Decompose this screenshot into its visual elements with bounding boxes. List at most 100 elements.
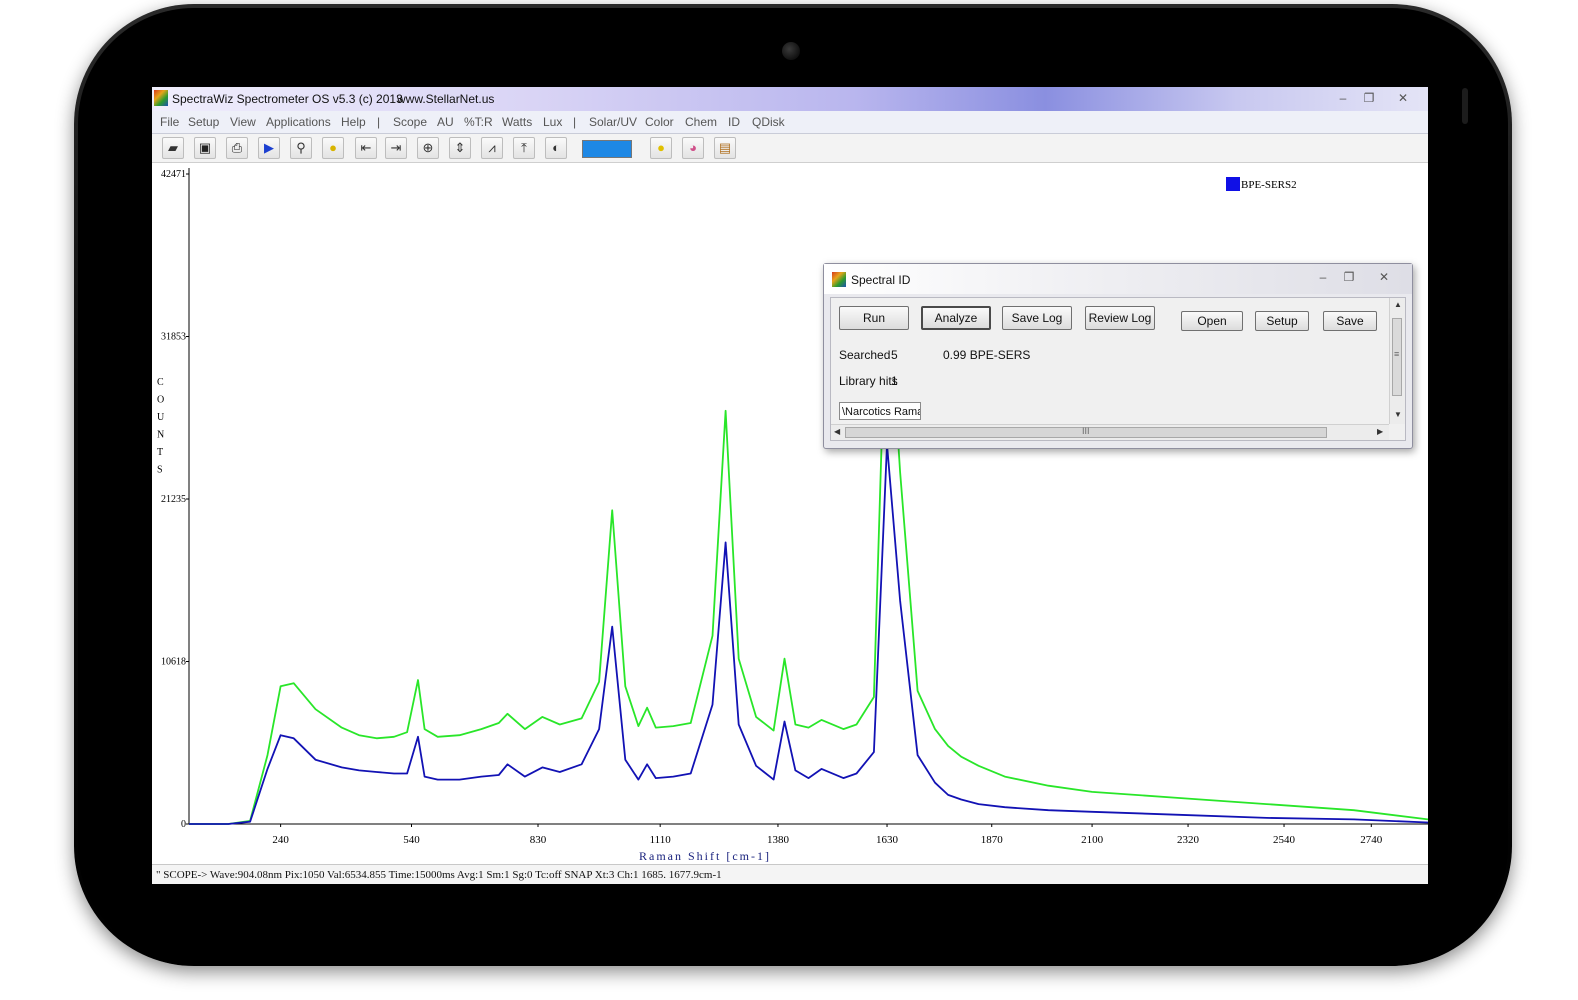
menu-file[interactable]: File [160,115,179,129]
menu-au[interactable]: AU [437,115,454,129]
setup-button[interactable]: Setup [1255,311,1309,331]
match-result: 0.99 BPE-SERS [943,348,1031,362]
x-tick-label: 1870 [981,834,1004,846]
spectrum-series-line-2 [189,443,1428,825]
dialog-app-icon [832,272,846,287]
menu-separator: | [573,115,577,129]
menu-color[interactable]: Color [645,115,674,129]
searched-label: Searched [839,348,891,362]
library-hits-label: Library hits [839,374,898,388]
x-tick-label: 240 [272,834,289,846]
x-tick-label: 1110 [650,834,672,846]
library-path-field[interactable]: \Narcotics Ramar [839,402,921,420]
y-axis-label-letter: O [157,395,164,406]
run-button[interactable]: Run [839,306,909,330]
upload-icon[interactable]: ⤒ [513,137,535,159]
camera-icon [782,42,800,60]
library-hits-count: 1 [891,374,898,388]
open-button[interactable]: Open [1181,311,1243,331]
analyze-button[interactable]: Analyze [921,306,991,330]
review-log-button[interactable]: Review Log [1085,306,1155,330]
color-wheel-icon[interactable]: ◕ [682,137,704,159]
dialog-title: Spectral ID [851,273,911,287]
scroll-right-icon[interactable]: ▶ [1377,427,1383,436]
status-bar: " SCOPE-> Wave:904.08nm Pix:1050 Val:653… [152,864,1428,884]
play-icon[interactable]: ▶ [258,137,280,159]
menu-bar: File Setup View Applications Help | Scop… [152,111,1428,134]
zoom-icon[interactable]: ⊕ [417,137,439,159]
compare-icon[interactable]: ◐ [545,137,567,159]
print-icon[interactable]: ⎙ [226,137,248,159]
circle-icon[interactable]: ● [650,137,672,159]
x-tick-label: 2540 [1273,834,1296,846]
menu-help[interactable]: Help [341,115,366,129]
dialog-maximize-button[interactable]: ❐ [1338,269,1360,285]
dialog-minimize-button[interactable]: – [1312,269,1334,285]
y-tick-label: 21235 [161,494,186,505]
app-window: SpectraWiz Spectrometer OS v5.3 (c) 2013… [152,87,1428,884]
menu-id[interactable]: ID [728,115,740,129]
dialog-horizontal-scrollbar[interactable]: ◀ III ▶ [831,424,1389,440]
scroll-down-icon[interactable]: ▼ [1394,410,1402,419]
menu-qdisk[interactable]: QDisk [752,115,785,129]
menu-transmission[interactable]: %T:R [464,115,493,129]
x-tick-label: 1380 [767,834,790,846]
save-button[interactable]: Save [1323,311,1377,331]
y-axis-label-letter: T [157,447,163,458]
open-icon[interactable]: ▰ [162,137,184,159]
x-tick-label: 830 [530,834,547,846]
y-axis-label-letter: S [157,465,163,476]
y-tick-label: 10618 [161,656,186,667]
searched-count: 5 [891,348,898,362]
x-tick-label: 2320 [1177,834,1200,846]
x-tick-label: 540 [403,834,420,846]
left-bracket-icon[interactable]: ⇤ [355,137,377,159]
vertical-scroll-thumb[interactable]: ≡ [1392,318,1402,396]
y-axis-label-letter: C [157,377,164,388]
vertical-grip: ≡ [1394,349,1400,359]
menu-applications[interactable]: Applications [266,115,331,129]
probe-icon[interactable]: ⚲ [290,137,312,159]
y-tick-label: 42471 [161,169,186,180]
horizontal-scroll-thumb[interactable]: III [845,426,1327,438]
side-button [1462,88,1468,124]
spectral-id-dialog: Spectral ID – ❐ ✕ Run Analyze Save Log R… [823,263,1413,449]
menu-watts[interactable]: Watts [502,115,532,129]
right-bracket-icon[interactable]: ⇥ [385,137,407,159]
maximize-button[interactable]: ❐ [1356,89,1382,107]
legend-label: BPE-SERS2 [1241,179,1297,191]
menu-solar-uv[interactable]: Solar/UV [589,115,637,129]
peak-icon[interactable]: ⩘ [481,137,503,159]
bulb-icon[interactable]: ● [322,137,344,159]
toolbar: ▰ ▣ ⎙ ▶ ⚲ ● ⇤ ⇥ ⊕ ⇕ ⩘ ⤒ ◐ ● ◕ ▤ [152,134,1428,163]
menu-setup[interactable]: Setup [188,115,219,129]
x-tick-label: 2100 [1081,834,1104,846]
save-icon[interactable]: ▣ [194,137,216,159]
dialog-title-bar: Spectral ID – ❐ ✕ [824,264,1412,294]
color-swatch[interactable] [582,140,632,158]
x-axis-title: Raman Shift [cm-1] [639,849,771,863]
window-title-url: www.StellarNet.us [397,92,495,106]
window-title: SpectraWiz Spectrometer OS v5.3 (c) 2013 [172,92,403,106]
y-axis-label-letter: N [157,430,164,441]
y-tick-label: 0 [181,819,186,830]
y-axis-label-letter: U [157,412,165,423]
scroll-left-icon[interactable]: ◀ [834,427,840,436]
x-tick-label: 1630 [876,834,899,846]
scroll-up-icon[interactable]: ▲ [1394,300,1402,309]
minimize-button[interactable]: – [1330,89,1356,107]
menu-view[interactable]: View [230,115,256,129]
legend-swatch [1226,177,1240,191]
title-bar: SpectraWiz Spectrometer OS v5.3 (c) 2013… [152,87,1428,111]
close-button[interactable]: ✕ [1390,89,1416,107]
save-log-button[interactable]: Save Log [1002,306,1072,330]
dialog-close-button[interactable]: ✕ [1373,269,1395,285]
autoscale-icon[interactable]: ⇕ [449,137,471,159]
x-tick-label: 2740 [1360,834,1383,846]
menu-scope[interactable]: Scope [393,115,427,129]
export-icon[interactable]: ▤ [714,137,736,159]
menu-chem[interactable]: Chem [685,115,717,129]
menu-separator: | [377,115,381,129]
dialog-vertical-scrollbar[interactable]: ▲ ≡ ▼ [1389,298,1405,424]
menu-lux[interactable]: Lux [543,115,562,129]
